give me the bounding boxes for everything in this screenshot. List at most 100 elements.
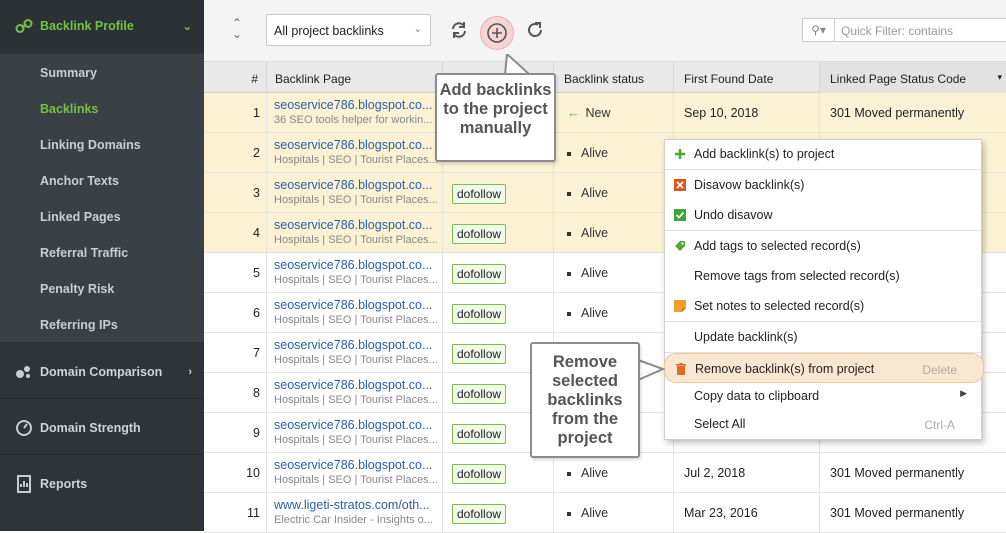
sidebar-section-label: Domain Comparison	[40, 365, 163, 379]
menu-item-select-all[interactable]: Select All Ctrl-A	[665, 410, 981, 438]
sidebar-item-referral-traffic[interactable]: Referral Traffic	[40, 246, 128, 260]
sidebar-item-anchor-texts[interactable]: Anchor Texts	[40, 174, 119, 188]
backlink-url[interactable]: seoservice786.blogspot.co...	[274, 98, 442, 112]
backlink-url[interactable]: seoservice786.blogspot.co...	[274, 258, 442, 272]
table-row[interactable]: 11 www.ligeti-stratos.com/oth... Electric …	[204, 493, 1006, 533]
backlink-page-cell: seoservice786.blogspot.co... Hospitals | …	[267, 333, 443, 373]
gauge-icon	[14, 418, 34, 438]
menu-item-label: Add tags to selected record(s)	[694, 239, 861, 253]
column-header-num[interactable]: #	[204, 62, 267, 93]
backlink-page-cell: seoservice786.blogspot.co... Hospitals | …	[267, 213, 443, 253]
sort-toggle-icon[interactable]: ⌃ ⌄	[230, 17, 244, 44]
dofollow-badge: dofollow	[452, 344, 507, 364]
dofollow-badge: dofollow	[452, 264, 507, 284]
backlink-url[interactable]: seoservice786.blogspot.co...	[274, 458, 442, 472]
disavow-icon	[674, 179, 686, 191]
backlink-page-cell: seoservice786.blogspot.co... Hospitals | …	[267, 173, 443, 213]
sidebar-item-backlinks[interactable]: Backlinks	[40, 102, 98, 116]
column-header-backlink-status[interactable]: Backlink status	[554, 62, 674, 93]
backlink-url[interactable]: seoservice786.blogspot.co...	[274, 378, 442, 392]
note-icon	[674, 300, 686, 312]
menu-item-set-notes[interactable]: Set notes to selected record(s)	[665, 292, 981, 320]
bullet-icon	[567, 151, 571, 156]
status-code-cell: 301 Moved permanently	[830, 106, 965, 120]
menu-item-label: Undo disavow	[694, 208, 773, 222]
sort-down-icon: ▾	[997, 72, 1002, 82]
sidebar-section-domain-strength[interactable]: Domain Strength	[0, 408, 204, 448]
reload-icon[interactable]	[522, 17, 548, 43]
backlink-url[interactable]: seoservice786.blogspot.co...	[274, 338, 442, 352]
sidebar-item-penalty-risk[interactable]: Penalty Risk	[40, 282, 114, 296]
status-text: Alive	[581, 266, 609, 280]
status-cell: Alive	[554, 213, 674, 253]
menu-item-copy-clipboard[interactable]: Copy data to clipboard ▶	[665, 382, 981, 410]
sidebar-item-referring-ips[interactable]: Referring IPs	[40, 318, 118, 332]
backlinks-filter-select[interactable]: All project backlinks ⌄	[266, 14, 431, 46]
menu-item-remove-backlinks[interactable]: Remove backlink(s) from project Delete	[664, 353, 984, 383]
report-icon	[14, 474, 34, 494]
refresh-sync-icon[interactable]	[446, 17, 472, 43]
callout-text: Remove selected backlinks from the proje…	[530, 342, 640, 458]
sidebar-item-linked-pages[interactable]: Linked Pages	[40, 210, 121, 224]
menu-item-remove-tags[interactable]: Remove tags from selected record(s)	[665, 262, 981, 290]
sidebar-section-backlink-profile[interactable]: Backlink Profile ⌄	[0, 0, 204, 52]
add-backlink-button[interactable]	[480, 16, 514, 50]
menu-item-label: Add backlink(s) to project	[694, 147, 835, 161]
menu-item-disavow[interactable]: Disavow backlink(s)	[665, 171, 981, 199]
sidebar-item-summary[interactable]: Summary	[40, 66, 97, 80]
status-cell: Alive	[554, 493, 674, 533]
row-number: 9	[204, 413, 267, 453]
backlink-page-cell: seoservice786.blogspot.co... Hospitals | …	[267, 253, 443, 293]
backlink-title: Hospitals | SEO | Tourist Places...	[274, 154, 438, 166]
backlink-url[interactable]: seoservice786.blogspot.co...	[274, 418, 442, 432]
quick-filter-placeholder: Quick Filter: contains	[841, 24, 954, 38]
divider	[0, 454, 204, 455]
divider	[665, 321, 981, 322]
column-header-status-code[interactable]: Linked Page Status Code ▾	[820, 62, 1006, 93]
bubbles-icon	[14, 362, 34, 382]
status-cell: Alive	[554, 293, 674, 333]
quick-filter-input[interactable]: ⚲▾ Quick Filter: contains	[802, 18, 1006, 42]
menu-item-add-backlinks[interactable]: Add backlink(s) to project	[665, 140, 981, 168]
first-found-cell: Jul 2, 2018	[674, 453, 820, 493]
context-menu: Add backlink(s) to project Disavow backl…	[664, 139, 984, 440]
rel-cell: dofollow	[443, 253, 554, 293]
chevron-right-icon: ›	[188, 366, 192, 378]
menu-item-shortcut: Delete	[922, 363, 957, 377]
backlink-title: Electric Car Insider - Insights o...	[274, 514, 433, 526]
table-row[interactable]: 10 seoservice786.blogspot.co... Hospitals …	[204, 453, 1006, 493]
sidebar-item-linking-domains[interactable]: Linking Domains	[40, 138, 141, 152]
column-header-first-found[interactable]: First Found Date	[674, 62, 820, 93]
row-number: 2	[204, 133, 267, 173]
status-text: Alive	[581, 146, 609, 160]
status-code-cell: 301 Moved permanently	[830, 506, 965, 520]
dofollow-badge: dofollow	[452, 464, 507, 484]
status-text: Alive	[581, 466, 609, 480]
chevron-down-icon: ⌄	[182, 20, 192, 33]
backlink-url[interactable]: seoservice786.blogspot.co...	[274, 218, 442, 232]
trash-icon	[675, 363, 687, 375]
row-number: 10	[204, 453, 267, 493]
column-header-backlink-page[interactable]: Backlink Page	[267, 62, 443, 93]
backlink-url[interactable]: seoservice786.blogspot.co...	[274, 178, 442, 192]
backlink-url[interactable]: seoservice786.blogspot.co...	[274, 138, 442, 152]
arrow-left-icon: ←	[567, 106, 580, 120]
row-number: 4	[204, 213, 267, 253]
menu-item-update-backlinks[interactable]: Update backlink(s)	[665, 323, 981, 351]
sidebar-section-label: Reports	[40, 477, 88, 491]
menu-item-shortcut: Ctrl-A	[924, 418, 955, 432]
status-text: Alive	[581, 186, 609, 200]
dofollow-badge: dofollow	[452, 504, 507, 524]
backlink-url[interactable]: seoservice786.blogspot.co...	[274, 298, 442, 312]
menu-item-add-tags[interactable]: Add tags to selected record(s)	[665, 232, 981, 260]
sidebar-section-domain-comparison[interactable]: Domain Comparison ›	[0, 352, 204, 392]
bullet-icon	[567, 191, 571, 196]
backlink-page-cell: www.ligeti-stratos.com/oth... Electric Ca…	[267, 493, 443, 533]
sidebar-section-reports[interactable]: Reports	[0, 464, 204, 504]
table-row[interactable]: 1 seoservice786.blogspot.co... 36 SEO tool…	[204, 93, 1006, 133]
bullet-icon	[567, 471, 571, 476]
backlink-url[interactable]: www.ligeti-stratos.com/oth...	[274, 498, 442, 512]
menu-item-undo-disavow[interactable]: Undo disavow	[665, 201, 981, 229]
menu-item-label: Update backlink(s)	[694, 330, 798, 344]
backlink-page-cell: seoservice786.blogspot.co... Hospitals | …	[267, 413, 443, 453]
